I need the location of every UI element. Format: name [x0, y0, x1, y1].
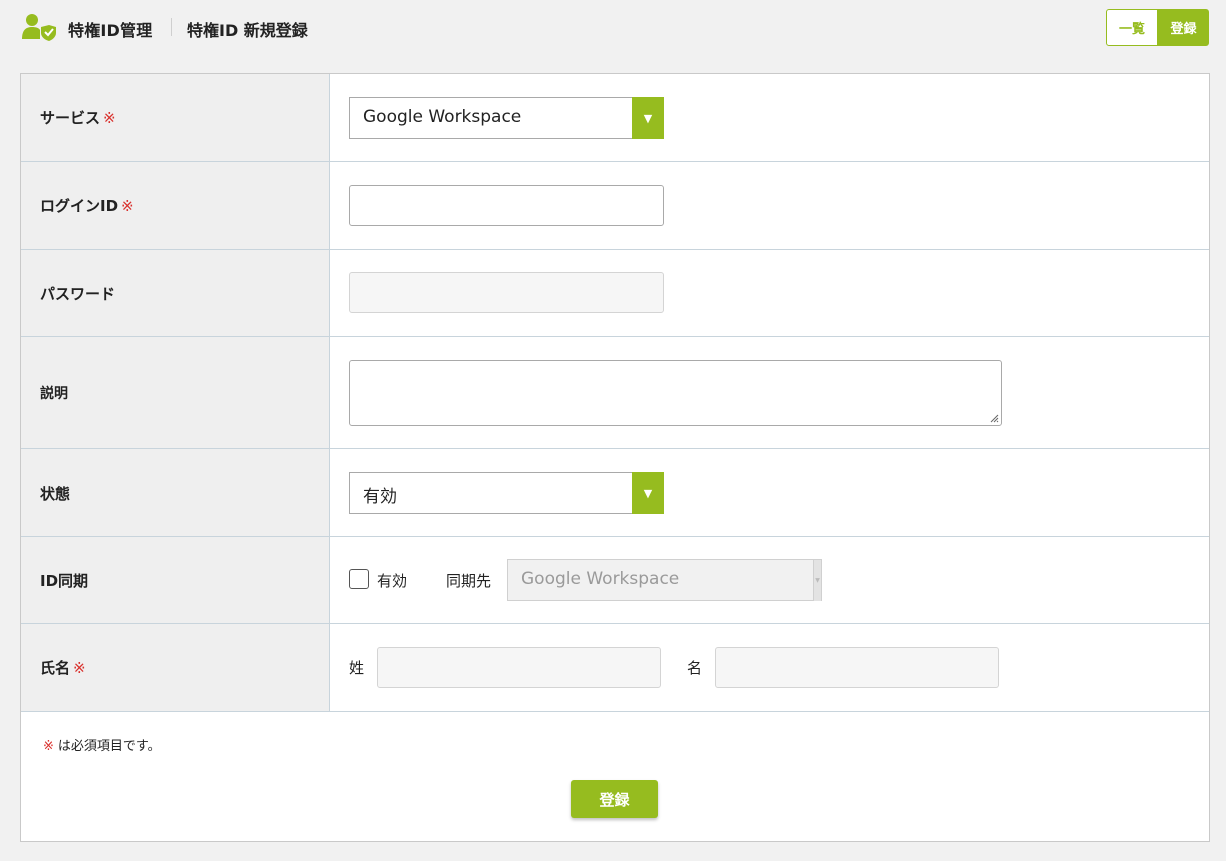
service-select[interactable]: Google Workspace ▼ [349, 97, 664, 139]
service-row: サービス ※ Google Workspace ▼ [21, 74, 1209, 162]
full-name-label-text: 氏名 [40, 659, 71, 677]
resize-grip-icon[interactable] [990, 414, 999, 423]
required-note: ※ は必須項目です。 [43, 735, 161, 754]
first-name-label: 名 [687, 659, 703, 677]
user-shield-icon [22, 14, 56, 41]
submit-button[interactable]: 登録 [571, 780, 658, 818]
full-name-label-cell: 氏名 ※ [21, 624, 330, 711]
service-label: サービス ※ [40, 107, 116, 128]
full-name-label: 氏名 ※ [40, 657, 86, 678]
login-id-row: ログインID ※ [21, 162, 1209, 250]
service-select-value: Google Workspace [363, 107, 522, 127]
password-label: パスワード [40, 285, 116, 303]
full-name-row: 氏名 ※ 姓 名 [21, 624, 1209, 712]
login-id-label-cell: ログインID ※ [21, 162, 330, 249]
id-sync-checkbox-label[interactable]: 有効 [377, 570, 407, 591]
last-name-input[interactable] [377, 647, 661, 688]
id-sync-label-cell: ID同期 [21, 537, 330, 623]
id-sync-label: ID同期 [40, 572, 89, 590]
header-button-group: 一覧 登録 [1106, 9, 1209, 46]
register-tab-button[interactable]: 登録 [1158, 9, 1209, 46]
chevron-down-icon[interactable]: ▼ [632, 97, 664, 139]
password-input[interactable] [349, 272, 664, 313]
id-sync-row: ID同期 有効 同期先 Google Workspace ▼ [21, 537, 1209, 624]
sync-target-value: Google Workspace [521, 569, 680, 589]
sync-target-label: 同期先 [446, 572, 492, 590]
description-row: 説明 [21, 337, 1209, 449]
first-name-input[interactable] [715, 647, 999, 688]
chevron-down-icon[interactable]: ▼ [632, 472, 664, 514]
id-sync-checkbox[interactable] [349, 569, 369, 589]
login-id-label: ログインID ※ [40, 195, 134, 216]
form-panel: サービス ※ Google Workspace ▼ ログインID ※ パスワード 説… [20, 73, 1210, 842]
password-label-cell: パスワード [21, 250, 330, 336]
password-row: パスワード [21, 250, 1209, 337]
description-label-cell: 説明 [21, 337, 330, 448]
description-label: 説明 [40, 386, 68, 402]
app-title: 特権ID管理 [68, 21, 153, 40]
page-title: 特権ID 新規登録 [187, 21, 308, 40]
required-note-text: は必須項目です。 [57, 739, 161, 754]
list-button[interactable]: 一覧 [1106, 9, 1158, 46]
status-label: 状態 [40, 485, 71, 503]
required-mark: ※ [121, 197, 134, 215]
service-label-text: サービス [40, 109, 101, 127]
required-mark: ※ [73, 659, 86, 677]
status-select[interactable]: 有効 ▼ [349, 472, 664, 514]
header-divider [171, 18, 172, 36]
chevron-down-icon: ▼ [813, 560, 821, 601]
page-header: 特権ID管理 特権ID 新規登録 一覧 登録 [0, 0, 1226, 60]
status-select-value: 有効 [363, 487, 397, 507]
last-name-label: 姓 [349, 659, 365, 677]
status-row: 状態 有効 ▼ [21, 449, 1209, 537]
service-label-cell: サービス ※ [21, 74, 330, 161]
required-mark: ※ [43, 739, 54, 754]
login-id-input[interactable] [349, 185, 664, 226]
login-id-label-text: ログインID [40, 197, 119, 215]
sync-target-select[interactable]: Google Workspace ▼ [507, 559, 822, 601]
required-mark: ※ [103, 109, 116, 127]
status-label-cell: 状態 [21, 449, 330, 536]
description-textarea[interactable] [349, 360, 1002, 426]
